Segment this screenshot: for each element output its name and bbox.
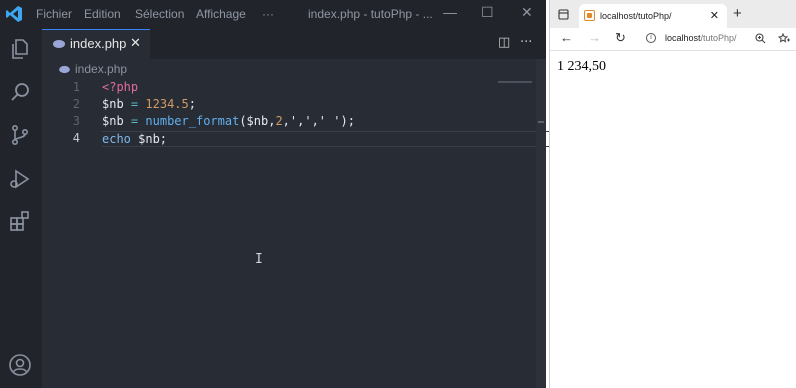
- breadcrumb-file[interactable]: index.php: [75, 62, 127, 76]
- back-button[interactable]: ←: [560, 30, 573, 45]
- source-control-icon[interactable]: [8, 123, 32, 147]
- split-editor-icon[interactable]: ◫: [498, 35, 510, 50]
- browser-toolbar: ← → ↻ i localhost/tutoPhp/: [550, 28, 796, 51]
- forward-button[interactable]: →: [588, 30, 601, 45]
- php-elephant-icon: [53, 40, 65, 48]
- tab-index-php[interactable]: index.php ✕: [42, 29, 150, 59]
- url-host: localhost: [665, 33, 701, 43]
- line-number: 4: [72, 131, 80, 145]
- mouse-cursor: I: [255, 252, 263, 267]
- editor-scrollbar[interactable]: [536, 59, 546, 388]
- code-line: 3 $nb = number_format($nb,2,',',' ');: [42, 114, 536, 131]
- search-icon[interactable]: [8, 80, 32, 104]
- line-code: $nb = number_format($nb,2,',',' ');: [102, 114, 355, 128]
- activity-bar: [0, 29, 42, 388]
- extensions-icon[interactable]: [8, 209, 32, 233]
- browser-tab-title: localhost/tutoPhp/: [600, 11, 672, 21]
- vscode-window: Fichier Edition Sélection Affichage ··· …: [0, 0, 554, 388]
- new-tab-button[interactable]: +: [733, 5, 742, 22]
- url-path: /tutoPhp/: [700, 33, 737, 43]
- php-output-text: 1 234,50: [557, 59, 606, 74]
- menu-more[interactable]: ···: [262, 7, 274, 21]
- editor-tab-bar: index.php ✕ ◫ ···: [42, 29, 546, 59]
- close-window-button[interactable]: ✕: [521, 4, 533, 21]
- reload-button[interactable]: ↻: [615, 30, 626, 46]
- minimap[interactable]: [498, 81, 532, 83]
- code-line: 2 $nb = 1234.5;: [42, 97, 536, 114]
- maximize-button[interactable]: ☐: [481, 4, 494, 21]
- line-code: echo $nb;: [102, 131, 554, 147]
- line-code: $nb = 1234.5;: [102, 97, 196, 111]
- line-number: 1: [72, 80, 80, 94]
- code-line: 1 <?php: [42, 80, 536, 97]
- favorites-icon[interactable]: [778, 33, 790, 44]
- title-bar: Fichier Edition Sélection Affichage ··· …: [0, 0, 546, 29]
- tab-label: index.php: [70, 36, 127, 51]
- menu-affichage[interactable]: Affichage: [196, 7, 246, 21]
- menu-selection[interactable]: Sélection: [135, 7, 184, 21]
- more-actions-icon[interactable]: ···: [520, 35, 532, 50]
- browser-tab-close-icon[interactable]: ✕: [710, 9, 719, 22]
- tab-close-icon[interactable]: ✕: [130, 35, 141, 51]
- zoom-icon[interactable]: [755, 33, 766, 44]
- site-info-icon[interactable]: i: [646, 33, 656, 43]
- page-content: 1 234,50: [550, 51, 796, 388]
- favicon-icon: [584, 10, 595, 21]
- menu-edition[interactable]: Edition: [84, 7, 121, 21]
- run-debug-icon[interactable]: [8, 167, 32, 191]
- tab-actions-icon[interactable]: [558, 9, 569, 20]
- line-number: 2: [72, 97, 80, 111]
- browser-tab[interactable]: localhost/tutoPhp/ ✕: [579, 4, 727, 28]
- address-url[interactable]: localhost/tutoPhp/: [665, 33, 737, 43]
- browser-tab-strip: localhost/tutoPhp/ ✕ +: [550, 0, 796, 28]
- window-title: index.php - tutoPhp - ...: [308, 7, 433, 21]
- code-line-active: 4 echo $nb;: [42, 131, 554, 148]
- browser-window: localhost/tutoPhp/ ✕ + ← → ↻ i localhost…: [549, 0, 796, 388]
- address-bar[interactable]: i localhost/tutoPhp/: [634, 30, 737, 47]
- php-elephant-icon: [59, 65, 70, 74]
- account-icon[interactable]: [8, 353, 32, 377]
- line-number: 3: [72, 114, 80, 128]
- minimize-button[interactable]: —: [443, 4, 457, 20]
- vscode-logo-icon: [6, 6, 22, 22]
- explorer-icon[interactable]: [8, 37, 32, 61]
- menu-fichier[interactable]: Fichier: [36, 7, 72, 21]
- line-code: <?php: [102, 80, 139, 94]
- code-editor[interactable]: index.php 1 <?php 2 $nb = 1234.5; 3 $nb …: [42, 59, 554, 388]
